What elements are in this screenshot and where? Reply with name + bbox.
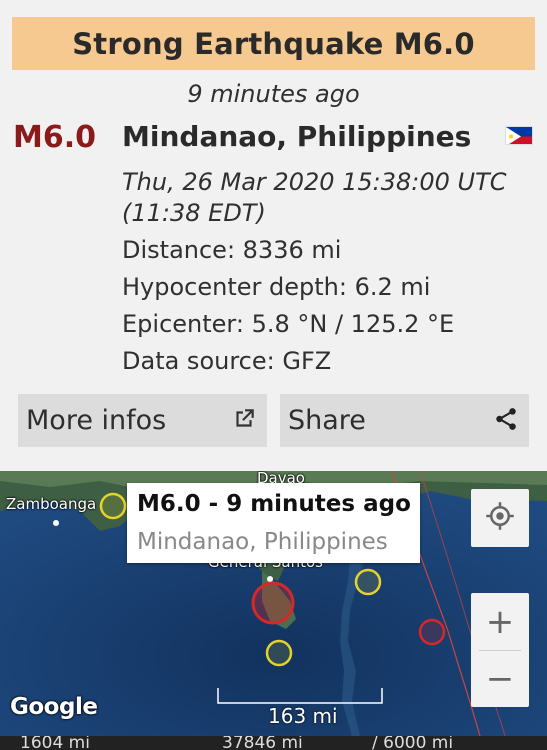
bottom-mid-text: 37846 mi — [222, 736, 303, 750]
quake-marker-yellow — [99, 492, 127, 520]
share-button[interactable]: Share — [280, 394, 529, 447]
philippines-flag-icon — [505, 126, 533, 145]
crosshair-icon — [485, 501, 515, 535]
bottom-right-text: / 6000 mi — [372, 736, 454, 750]
zoom-controls: + − — [471, 593, 529, 707]
source-text: Data source: GFZ — [122, 347, 332, 375]
bottom-info-strip: 1604 mi 37846 mi / 6000 mi — [0, 736, 547, 750]
map-scale-label: 163 mi — [268, 704, 338, 728]
google-logo: Google — [10, 694, 98, 720]
datetime-local: (11:38 EDT) — [122, 199, 266, 227]
time-ago: 9 minutes ago — [187, 80, 360, 108]
info-window-title: M6.0 - 9 minutes ago — [137, 491, 411, 517]
quake-marker-main — [251, 581, 295, 625]
share-label: Share — [288, 405, 366, 436]
info-window-subtitle: Mindanao, Philippines — [137, 529, 388, 555]
bottom-left-text: 1604 mi — [20, 736, 90, 750]
datetime-utc: Thu, 26 Mar 2020 15:38:00 UTC — [122, 168, 507, 196]
zoom-out-button[interactable]: − — [471, 650, 529, 707]
quake-marker-yellow — [265, 639, 293, 667]
quake-marker-yellow — [354, 568, 382, 596]
depth-text: Hypocenter depth: 6.2 mi — [122, 273, 431, 301]
location-title: Mindanao, Philippines — [122, 120, 472, 153]
city-label-zamboanga: Zamboanga — [6, 495, 97, 513]
more-infos-button[interactable]: More infos — [18, 394, 267, 447]
alert-banner: Strong Earthquake M6.0 — [12, 17, 535, 70]
zoom-in-button[interactable]: + — [471, 593, 529, 650]
quake-marker-red — [418, 618, 446, 646]
epicenter-text: Epicenter: 5.8 °N / 125.2 °E — [122, 310, 455, 338]
more-infos-label: More infos — [26, 405, 167, 436]
my-location-button[interactable] — [471, 489, 529, 547]
distance-text: Distance: 8336 mi — [122, 236, 342, 264]
share-icon — [493, 406, 519, 436]
alert-title: Strong Earthquake M6.0 — [72, 26, 475, 61]
magnitude-label: M6.0 — [13, 120, 96, 155]
map-info-window[interactable]: M6.0 - 9 minutes ago Mindanao, Philippin… — [127, 483, 420, 563]
open-external-icon — [231, 406, 257, 436]
quake-details: Thu, 26 Mar 2020 15:38:00 UTC (11:38 EDT… — [122, 167, 537, 380]
